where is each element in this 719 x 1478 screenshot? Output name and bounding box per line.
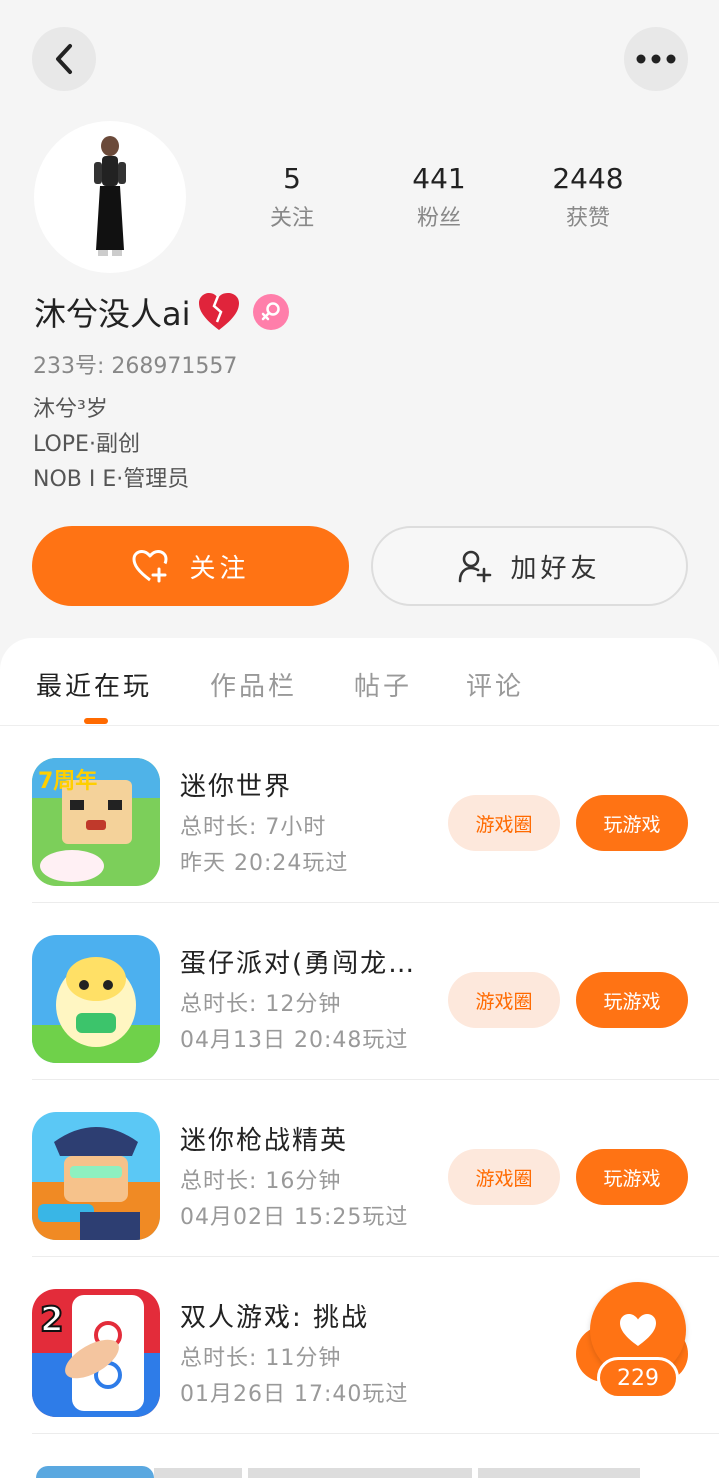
- game-last-played: 04月02日 15:25玩过: [180, 1205, 409, 1230]
- nickname-row: 沐兮没人ai: [34, 290, 289, 334]
- game-icon-mini-gun[interactable]: [32, 1112, 160, 1240]
- stat-followers[interactable]: 441 粉丝: [379, 160, 499, 238]
- game-title: 双人游戏: 挑战: [180, 1303, 370, 1333]
- stat-value: 2448: [552, 162, 624, 195]
- top-bar: [32, 27, 688, 91]
- game-title: 迷你世界: [180, 772, 293, 802]
- broken-heart-icon: [198, 293, 239, 330]
- add-friend-label: 加好友: [510, 553, 601, 584]
- tab-recently-played[interactable]: 最近在玩: [36, 666, 152, 703]
- game-title: 迷你枪战精英: [180, 1126, 349, 1156]
- game-title: 蛋仔派对(勇闯龙…: [180, 949, 417, 979]
- more-button[interactable]: [624, 27, 688, 91]
- heart-plus-icon: [132, 550, 168, 583]
- game-row[interactable]: 蛋仔派对(勇闯龙… 总时长: 12分钟 04月13日 20:48玩过 游戏圈 玩…: [32, 903, 719, 1080]
- stat-label: 获赞: [565, 206, 610, 231]
- heart-icon: [620, 1314, 656, 1346]
- female-icon: [261, 302, 280, 321]
- game-duration: 总时长: 12分钟: [180, 992, 342, 1017]
- add-friend-button[interactable]: 加好友: [371, 526, 688, 606]
- user-id: 233号: 268971557: [33, 354, 238, 379]
- bio-line: 沐兮³岁: [33, 397, 108, 422]
- profile-stats: 5 关注 441 粉丝 2448 获赞: [220, 160, 660, 240]
- game-circle-button[interactable]: 游戏圈: [448, 1149, 560, 1205]
- tab-posts[interactable]: 帖子: [354, 666, 412, 703]
- game-duration: 总时长: 11分钟: [180, 1346, 342, 1371]
- game-last-played: 01月26日 17:40玩过: [180, 1382, 409, 1407]
- tab-bar: 最近在玩 作品栏 帖子 评论: [0, 638, 719, 726]
- stat-value: 5: [283, 162, 301, 195]
- tab-comments[interactable]: 评论: [466, 666, 524, 703]
- tab-indicator: [84, 718, 108, 724]
- game-row[interactable]: 迷你枪战精英 总时长: 16分钟 04月02日 15:25玩过 游戏圈 玩游戏: [32, 1080, 719, 1257]
- stat-following[interactable]: 5 关注: [232, 160, 352, 238]
- next-game-icon-edge: [36, 1466, 154, 1478]
- avatar[interactable]: [34, 121, 186, 273]
- follow-label: 关注: [189, 553, 250, 584]
- back-arrow-icon: [56, 44, 72, 74]
- svg-text:2: 2: [40, 1300, 64, 1340]
- game-last-played: 昨天 20:24玩过: [180, 851, 349, 876]
- follow-button[interactable]: 关注: [32, 526, 349, 606]
- game-icon-art: [32, 1112, 160, 1240]
- svg-text:7周年: 7周年: [38, 768, 97, 794]
- game-icon-art: 2: [32, 1289, 160, 1417]
- gender-badge: [252, 294, 289, 330]
- avatar-figure: [94, 136, 126, 256]
- game-circle-button[interactable]: 游戏圈: [448, 972, 560, 1028]
- game-icon-eggy-party[interactable]: [32, 935, 160, 1063]
- game-icon-two-player[interactable]: 2: [32, 1289, 160, 1417]
- add-user-icon: [459, 550, 492, 583]
- game-icon-art: [32, 935, 160, 1063]
- play-game-button[interactable]: 玩游戏: [576, 795, 688, 851]
- divider-segment: [478, 1468, 640, 1478]
- game-icon-art: 7周年: [32, 758, 160, 886]
- game-circle-button[interactable]: 游戏圈: [448, 795, 560, 851]
- play-game-button[interactable]: 玩游戏: [576, 972, 688, 1028]
- back-button[interactable]: [32, 27, 96, 91]
- stat-label: 粉丝: [416, 206, 461, 231]
- play-game-button[interactable]: 玩游戏: [576, 1149, 688, 1205]
- more-dots-icon: [636, 54, 676, 64]
- like-count: 229: [597, 1357, 679, 1399]
- game-duration: 总时长: 16分钟: [180, 1169, 342, 1194]
- next-row-peek: [36, 1466, 640, 1478]
- game-last-played: 04月13日 20:48玩过: [180, 1028, 409, 1053]
- tab-works[interactable]: 作品栏: [210, 666, 297, 703]
- stat-likes[interactable]: 2448 获赞: [528, 160, 648, 238]
- game-duration: 总时长: 7小时: [180, 815, 327, 840]
- divider-segment: [154, 1468, 242, 1478]
- game-icon-mini-world[interactable]: 7周年: [32, 758, 160, 886]
- bio: 沐兮³岁 LOPE·副创 NOB I E·管理员: [33, 392, 189, 497]
- stat-label: 关注: [269, 206, 314, 231]
- bio-line: NOB I E·管理员: [33, 467, 190, 492]
- divider-segment: [248, 1468, 472, 1478]
- nickname: 沐兮没人ai: [34, 295, 191, 333]
- game-row[interactable]: 7周年 迷你世界 总时长: 7小时 昨天 20:24玩过 游戏圈 玩游戏: [32, 726, 719, 903]
- bio-line: LOPE·副创: [33, 432, 140, 457]
- stat-value: 441: [412, 162, 466, 195]
